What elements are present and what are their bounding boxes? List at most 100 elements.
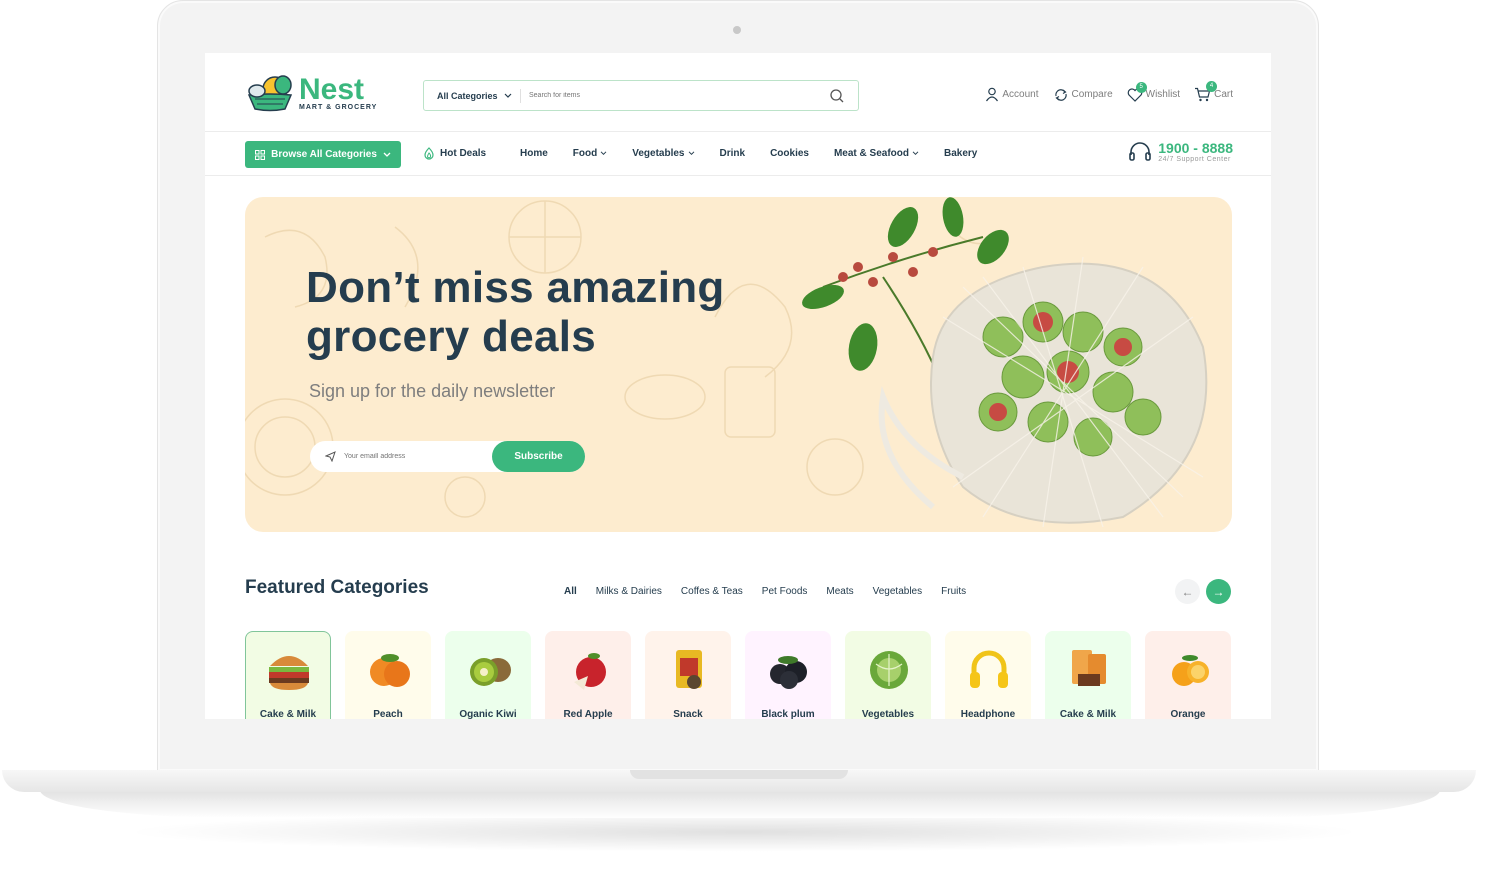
cart-link[interactable]: 4 Cart (1194, 81, 1233, 102)
logo[interactable]: Nest MART & GROCERY (245, 73, 377, 113)
browse-categories-button[interactable]: Browse All Categories (245, 141, 401, 168)
fruit-bag-image (802, 197, 1208, 528)
flame-icon (424, 147, 434, 160)
compare-link[interactable]: Compare (1053, 88, 1113, 102)
cart-label: Cart (1214, 89, 1233, 100)
arrow-right-icon[interactable]: → (1206, 579, 1231, 604)
nav-item-label: Drink (719, 148, 746, 159)
nav-item-drink[interactable]: Drink (720, 148, 746, 159)
category-cards: Cake & Milk Peach Oganic Kiwi Red Apple … (245, 631, 1231, 719)
category-label: Snack (673, 709, 703, 719)
nav-item-food[interactable]: Food (573, 148, 607, 159)
category-card[interactable]: Orange (1145, 631, 1231, 719)
hero-title-line2: grocery deals (306, 312, 597, 361)
arrow-left-icon[interactable]: ← (1175, 579, 1200, 604)
tab-coffes-teas[interactable]: Coffes & Teas (681, 586, 743, 597)
wishlist-label: Wishlist (1145, 89, 1181, 100)
featured-categories-title: Featured Categories (245, 577, 429, 598)
hot-deals-link[interactable]: Hot Deals (423, 147, 486, 160)
support-phone: 1900 - 8888 (1158, 140, 1233, 156)
logo-name: Nest (299, 72, 365, 106)
wishlist-link[interactable]: 5 Wishlist (1127, 81, 1181, 102)
cake-pack-icon (1072, 650, 1106, 686)
category-label: Vegetables (861, 709, 915, 719)
hero-banner: Don’t miss amazing grocery deals Sign up… (245, 197, 1232, 532)
account-label: Account (1002, 89, 1039, 100)
category-card[interactable]: Red Apple (545, 631, 631, 719)
nav-item-home[interactable]: Home (520, 148, 548, 159)
hero-title: Don’t miss amazing grocery deals (306, 263, 786, 361)
basket-logo-icon (247, 75, 293, 112)
site-header: Nest MART & GROCERY All Categories Accou… (205, 53, 1271, 132)
plum-icon (770, 656, 807, 689)
category-label: Peach (373, 709, 403, 719)
compare-icon (1054, 88, 1067, 101)
nav-item-meat-seafood[interactable]: Meat & Seafood (834, 148, 919, 159)
newsletter-form: Subscribe (310, 441, 585, 472)
chevron-down-icon (688, 151, 694, 156)
category-card[interactable]: Snack (645, 631, 731, 719)
nav-item-label: Food (572, 148, 598, 159)
grid-icon (255, 149, 266, 160)
category-label: Red Apple (563, 709, 613, 719)
laptop-notch (630, 770, 848, 779)
category-label: Black plum (761, 709, 815, 719)
tab-vegetables[interactable]: Vegetables (873, 586, 923, 597)
category-card[interactable]: Headphone (945, 631, 1031, 719)
newsletter-email-input[interactable] (336, 453, 486, 460)
category-label: Cake & Milk (259, 709, 317, 719)
nav-item-vegetables[interactable]: Vegetables (632, 148, 694, 159)
wishlist-badge: 5 (1135, 81, 1147, 93)
category-select[interactable]: All Categories (424, 91, 520, 101)
snack-bag-icon (676, 650, 702, 689)
nav-item-label: Meat & Seafood (833, 148, 909, 159)
category-card[interactable]: Oganic Kiwi (445, 631, 531, 719)
hero-subtitle: Sign up for the daily newsletter (309, 381, 556, 401)
tab-meats[interactable]: Meats (826, 586, 853, 597)
kiwi-icon (470, 658, 511, 686)
headphone-icon (970, 650, 1008, 688)
chevron-down-icon (912, 151, 919, 156)
category-label: Cake & Milk (1059, 709, 1117, 719)
nav-item-label: Bakery (943, 148, 978, 159)
support-center[interactable]: 1900 - 8888 24/7 Support Center (1128, 141, 1233, 163)
tab-all[interactable]: All (564, 586, 577, 597)
category-label: Oganic Kiwi (459, 709, 517, 719)
cabbage-icon (870, 651, 908, 689)
tab-pet-foods[interactable]: Pet Foods (762, 586, 808, 597)
laptop-base-bottom (40, 790, 1440, 818)
subscribe-button[interactable]: Subscribe (492, 441, 585, 472)
laptop-shadow (120, 812, 1368, 852)
nav-item-cookies[interactable]: Cookies (770, 148, 809, 159)
account-link[interactable]: Account (985, 87, 1039, 102)
hot-deals-label: Hot Deals (440, 148, 487, 159)
chevron-down-icon (600, 151, 607, 156)
category-card[interactable]: Peach (345, 631, 431, 719)
headset-icon (1129, 142, 1152, 161)
category-card[interactable]: Vegetables (845, 631, 931, 719)
peach-icon (370, 654, 410, 687)
browser-screen: Nest MART & GROCERY All Categories Accou… (205, 53, 1271, 719)
search-bar: All Categories (423, 80, 859, 111)
tab-fruits[interactable]: Fruits (941, 586, 966, 597)
search-input[interactable] (521, 92, 821, 99)
category-select-label: All Categories (437, 90, 498, 101)
category-label: Orange (1170, 709, 1206, 719)
nav-item-label: Vegetables (632, 148, 685, 159)
burger-icon (269, 656, 309, 690)
nav-menu: Home Food Vegetables Drink Cookies Meat … (520, 148, 1002, 159)
tab-milks-dairies[interactable]: Milks & Dairies (596, 586, 662, 597)
carousel-arrows: ← → (1175, 579, 1231, 604)
compare-label: Compare (1071, 89, 1113, 100)
category-card[interactable]: Black plum (745, 631, 831, 719)
hero-title-line1: Don’t miss amazing (306, 263, 725, 312)
chevron-down-icon (504, 93, 511, 98)
laptop-mockup: Nest MART & GROCERY All Categories Accou… (0, 0, 1488, 870)
send-icon (325, 451, 336, 462)
search-icon[interactable] (828, 87, 846, 105)
nav-item-bakery[interactable]: Bakery (944, 148, 977, 159)
camera-dot (733, 26, 741, 34)
category-card[interactable]: Cake & Milk (1045, 631, 1131, 719)
main-nav: Browse All Categories Hot Deals Home Foo… (205, 132, 1271, 176)
category-card[interactable]: Cake & Milk (245, 631, 331, 719)
